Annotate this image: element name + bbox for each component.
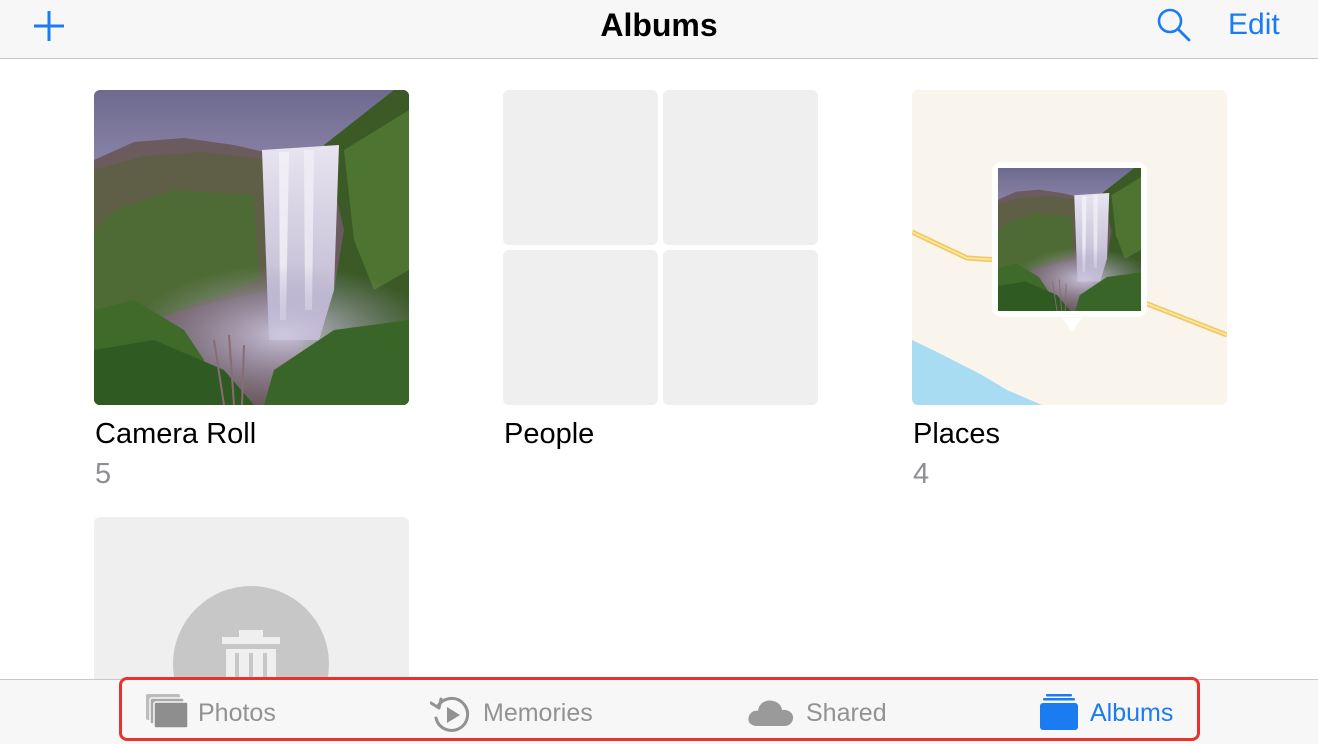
search-button[interactable]: [1156, 7, 1192, 43]
album-title: Camera Roll: [95, 418, 257, 450]
tab-label: Shared: [806, 699, 887, 727]
add-album-button[interactable]: [30, 7, 68, 45]
edit-button[interactable]: Edit: [1228, 7, 1280, 43]
album-thumbnail[interactable]: [94, 517, 409, 687]
tab-label: Photos: [198, 699, 276, 727]
album-title: Places: [913, 418, 1001, 450]
album-places[interactable]: Places 4: [912, 90, 1227, 490]
album-camera-roll[interactable]: Camera Roll 5: [94, 90, 409, 490]
map-thumbnail: [912, 90, 1227, 405]
tab-albums[interactable]: Albums: [1040, 689, 1180, 737]
album-recently-deleted[interactable]: [94, 517, 409, 687]
search-icon: [1157, 8, 1191, 42]
album-thumbnail[interactable]: [912, 90, 1227, 405]
tab-label: Albums: [1090, 699, 1174, 727]
photos-icon: [146, 694, 188, 729]
waterfall-photo: [94, 90, 409, 405]
place-photo-pin: [998, 168, 1152, 311]
tab-photos[interactable]: Photos: [146, 689, 286, 737]
people-placeholder-cell: [503, 250, 658, 405]
album-thumbnail[interactable]: [94, 90, 409, 405]
tab-shared[interactable]: Shared: [747, 689, 897, 737]
plus-icon: [34, 11, 64, 41]
album-count: 5: [95, 458, 112, 490]
photos-app: Albums Edit Camera Roll 5 People Places …: [0, 0, 1318, 744]
tab-memories[interactable]: Memories: [430, 689, 605, 737]
people-placeholder-cell: [503, 90, 658, 245]
people-placeholder-grid[interactable]: [503, 90, 818, 405]
people-placeholder-cell: [663, 250, 818, 405]
memories-icon: [430, 696, 470, 732]
album-count: 4: [913, 458, 930, 490]
tab-label: Memories: [483, 699, 593, 727]
people-placeholder-cell: [663, 90, 818, 245]
albums-icon: [1040, 694, 1078, 730]
album-title: People: [504, 418, 595, 450]
cloud-icon: [748, 700, 794, 726]
page-title: Albums: [600, 7, 718, 43]
album-people[interactable]: People: [503, 90, 818, 450]
navigation-bar: Albums Edit: [0, 0, 1318, 59]
trash-placeholder: [173, 586, 329, 687]
